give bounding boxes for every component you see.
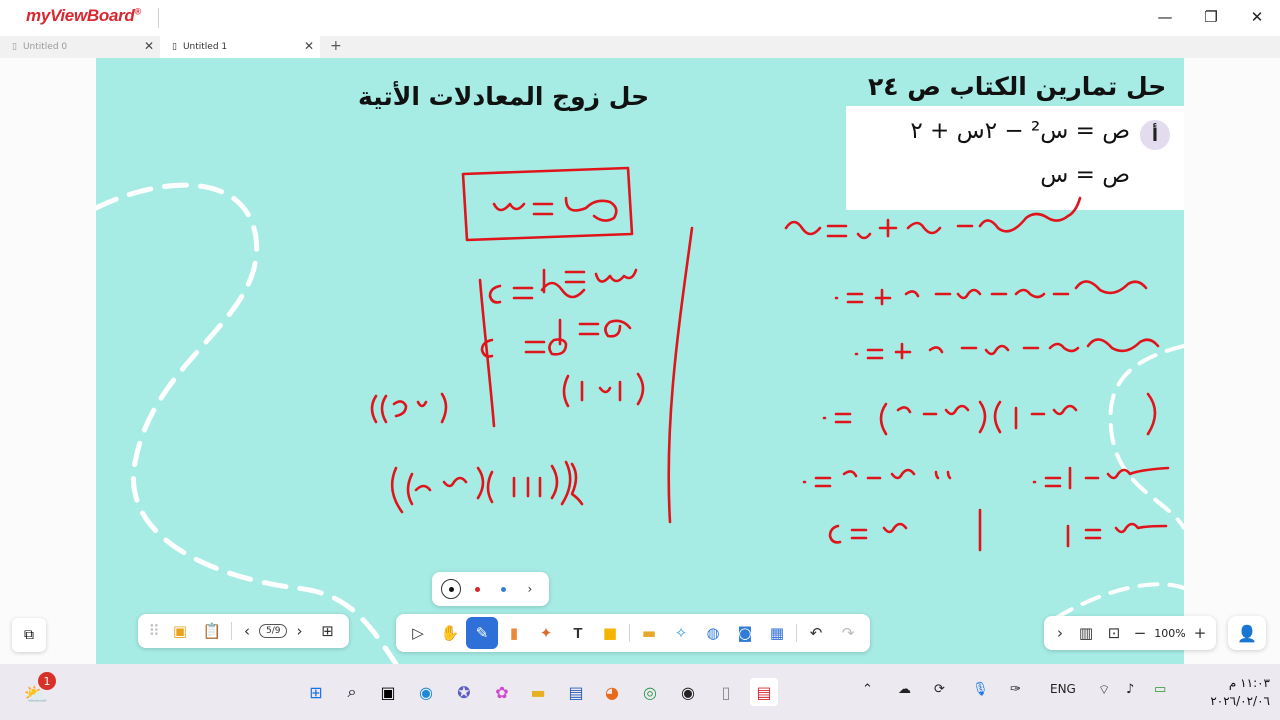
account-button[interactable]: 👤: [1228, 616, 1266, 650]
previous-page-button[interactable]: ‹: [235, 615, 259, 647]
pan-hand-icon[interactable]: ✋: [434, 617, 466, 649]
obs-icon[interactable]: ◉: [674, 678, 702, 706]
embedded-browser-icon[interactable]: ◍: [697, 617, 729, 649]
tab-untitled-1[interactable]: ▯ Untitled 1 ✕: [160, 36, 320, 58]
pen-menu-icon[interactable]: ✑: [1010, 682, 1021, 697]
zoom-out-button[interactable]: −: [1128, 617, 1152, 649]
user-avatar-icon: 👤: [1237, 623, 1257, 643]
handwriting-ink: [370, 166, 1170, 552]
magic-pen-icon[interactable]: ✦: [530, 617, 562, 649]
tab-untitled-0[interactable]: ▯ Untitled 0 ✕: [0, 36, 160, 58]
zoom-in-button[interactable]: +: [1188, 617, 1212, 649]
screen-capture-icon: ⧉: [24, 627, 34, 643]
view-toolbar: › ▥ ⊡ − 100% +: [1044, 616, 1216, 650]
teams-icon[interactable]: ✪: [450, 678, 478, 706]
close-tab-icon[interactable]: ✕: [304, 39, 314, 53]
title-separator: [158, 8, 159, 28]
canvas-area[interactable]: حل زوج المعادلات الأتية حل تمارين الكتاب…: [0, 58, 1280, 664]
map-view-icon[interactable]: ▥: [1072, 617, 1100, 649]
pen-color-palette: ›: [432, 572, 549, 606]
notification-badge: 1: [38, 672, 56, 690]
search-icon[interactable]: ⌕: [338, 678, 366, 706]
pen-tool-icon[interactable]: ✎: [466, 617, 498, 649]
battery-icon[interactable]: ▭: [1154, 682, 1166, 697]
myviewboard-taskbar-icon[interactable]: ▤: [750, 678, 778, 706]
toolbar-separator: [629, 624, 630, 642]
new-tab-button[interactable]: +: [330, 38, 342, 54]
screen-capture-button[interactable]: ⧉: [12, 618, 46, 652]
tab-label: Untitled 0: [22, 42, 68, 52]
copilot-icon[interactable]: ✿: [488, 678, 516, 706]
chrome-icon[interactable]: ◎: [636, 678, 664, 706]
page-toolbar: ⠿ ▣ 📋 ‹ 5/9 › ⊞: [138, 614, 350, 648]
eraser-icon[interactable]: ▮: [498, 617, 530, 649]
app-logo: myViewBoard®: [26, 6, 141, 25]
add-page-button[interactable]: ⊞: [311, 615, 343, 647]
color-blue[interactable]: [494, 579, 514, 599]
page-indicator[interactable]: 5/9: [259, 624, 288, 638]
clipboard-icon[interactable]: 📋: [196, 615, 228, 647]
tools-toolbar: ▷ ✋ ✎ ▮ ✦ T ■ ▬ ✧ ◍ ◙ ▦ ↶ ↷: [396, 614, 870, 652]
clock-time: ١١:٠٣ م: [1228, 676, 1270, 690]
palette-more-icon[interactable]: ›: [520, 579, 540, 599]
ink-divider: [667, 226, 694, 524]
onedrive-icon[interactable]: ☁: [898, 682, 911, 697]
presentation-board-icon[interactable]: ▣: [164, 615, 196, 647]
start-menu-icon[interactable]: ⊞: [302, 678, 330, 706]
toolbar-separator: [796, 624, 797, 642]
select-tool-icon[interactable]: ▷: [402, 617, 434, 649]
color-swatch: [448, 586, 454, 592]
task-view-icon[interactable]: ▣: [374, 678, 402, 706]
collapse-toolbar-button[interactable]: ›: [1048, 617, 1072, 649]
sticky-note-icon[interactable]: ■: [594, 617, 626, 649]
camera-icon[interactable]: ◙: [729, 617, 761, 649]
close-button[interactable]: ✕: [1234, 2, 1280, 32]
microphone-icon[interactable]: 🎙: [972, 682, 989, 697]
document-icon: ▯: [172, 42, 177, 52]
apps-grid-icon[interactable]: ▦: [761, 617, 793, 649]
usb-drive-icon[interactable]: ▯: [712, 678, 740, 706]
document-icon: ▯: [12, 42, 17, 52]
language-indicator[interactable]: ENG: [1050, 682, 1076, 696]
clock-date: ٢٠٢٦/٠٢/٠٦: [1210, 694, 1270, 708]
tab-bar: ▯ Untitled 0 ✕ ▯ Untitled 1 ✕: [0, 36, 1280, 58]
text-tool-icon[interactable]: T: [562, 617, 594, 649]
show-hidden-icons[interactable]: ⌃: [862, 682, 873, 697]
wifi-icon[interactable]: ⌔: [1098, 682, 1110, 698]
color-swatch: [474, 586, 480, 592]
minimize-button[interactable]: —: [1142, 2, 1188, 32]
toolbar-separator: [231, 622, 232, 640]
magic-box-icon[interactable]: ✧: [665, 617, 697, 649]
next-page-button[interactable]: ›: [287, 615, 311, 647]
undo-icon[interactable]: ↶: [800, 617, 832, 649]
edge-browser-icon[interactable]: ◉: [412, 678, 440, 706]
fit-screen-icon[interactable]: ⊡: [1100, 617, 1128, 649]
color-red[interactable]: [467, 579, 487, 599]
whiteboard[interactable]: حل زوج المعادلات الأتية حل تمارين الكتاب…: [96, 58, 1184, 664]
color-black[interactable]: [441, 579, 462, 599]
tab-label: Untitled 1: [182, 42, 228, 52]
close-tab-icon[interactable]: ✕: [144, 39, 154, 53]
system-clock[interactable]: ١١:٠٣ م ٢٠٢٦/٠٢/٠٦: [1210, 674, 1270, 710]
restore-button[interactable]: ❐: [1188, 2, 1234, 32]
firefox-icon[interactable]: ◕: [598, 678, 626, 706]
color-swatch: [501, 586, 507, 592]
sync-icon[interactable]: ⟳: [934, 682, 945, 697]
title-bar: myViewBoard® — ❐ ✕: [0, 0, 1280, 36]
drag-handle-icon[interactable]: ⠿: [144, 615, 164, 647]
volume-icon[interactable]: ♪: [1126, 682, 1134, 697]
zoom-level: 100%: [1154, 626, 1186, 640]
windows-taskbar: ⛅ 1 ⊞ ⌕ ▣ ◉ ✪ ✿ ▬ ▤ ◕ ◎ ◉ ▯ ▤ ⌃ ☁ ⟳ 🎙 ✑ …: [0, 664, 1280, 720]
file-explorer-icon[interactable]: ▬: [524, 678, 552, 706]
folder-icon[interactable]: ▬: [633, 617, 665, 649]
redo-icon[interactable]: ↷: [832, 617, 864, 649]
store-icon[interactable]: ▤: [562, 678, 590, 706]
